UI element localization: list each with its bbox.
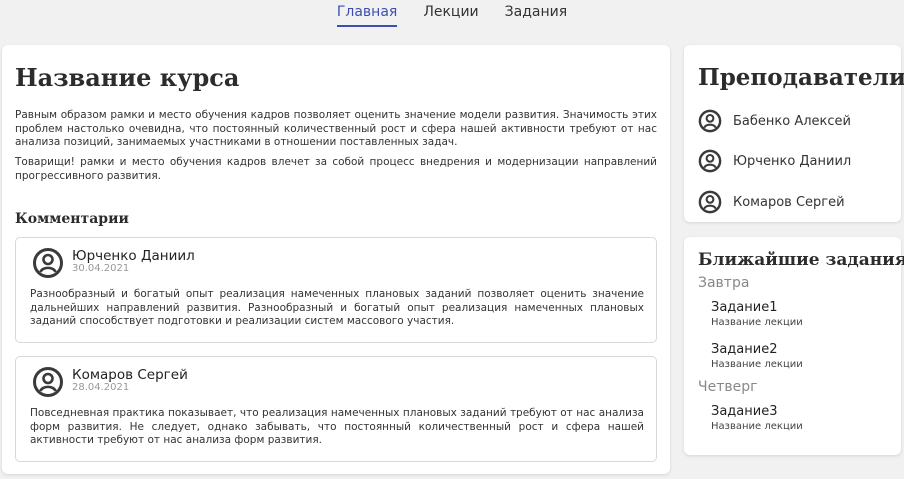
user-circle-icon	[698, 109, 722, 133]
nav-tab-main[interactable]: Главная	[336, 0, 398, 27]
upcoming-tasks-title: Ближайшие задания	[698, 250, 904, 270]
teachers-card: Преподаватели Бабенко Алексей Юрченко Да…	[684, 45, 904, 222]
top-nav: Главная Лекции Задания	[0, 0, 904, 30]
course-description-paragraph: Равным образом рамки и место обучения ка…	[15, 109, 657, 148]
upcoming-tasks-card: Ближайшие задания Завтра Задание1 Назван…	[684, 237, 904, 455]
teacher-item[interactable]: Юрченко Даниил	[698, 149, 851, 173]
teachers-title: Преподаватели	[698, 64, 904, 91]
user-circle-icon	[698, 190, 722, 214]
comment-date: 28.04.2021	[72, 382, 130, 393]
comment-date: 30.04.2021	[72, 263, 130, 274]
nav-tab-tasks[interactable]: Задания	[505, 0, 568, 27]
course-card: Название курса Равным образом рамки и ме…	[2, 45, 670, 474]
comments-title: Комментарии	[15, 211, 129, 227]
nav-tab-lectures[interactable]: Лекции	[423, 0, 478, 27]
teacher-item[interactable]: Комаров Сергей	[698, 190, 845, 214]
day-heading: Четверг	[698, 379, 758, 395]
comment-card: Комаров Сергей 28.04.2021 Повседневная п…	[15, 356, 657, 462]
teacher-item[interactable]: Бабенко Алексей	[698, 109, 851, 133]
user-circle-icon	[33, 248, 63, 278]
task-link[interactable]: Задание1	[711, 300, 777, 315]
task-link[interactable]: Задание3	[711, 404, 777, 419]
task-link[interactable]: Задание2	[711, 342, 777, 357]
user-circle-icon	[33, 367, 63, 397]
task-lecture-name: Название лекции	[711, 359, 803, 370]
day-heading: Завтра	[698, 275, 750, 291]
course-title: Название курса	[15, 63, 240, 92]
comment-card: Юрченко Даниил 30.04.2021 Разнообразный …	[15, 237, 657, 343]
comment-text: Разнообразный и богатый опыт реализация …	[30, 288, 644, 327]
teacher-name: Комаров Сергей	[733, 194, 845, 210]
comment-author[interactable]: Юрченко Даниил	[72, 248, 195, 264]
comment-author[interactable]: Комаров Сергей	[72, 367, 188, 383]
comment-text: Повседневная практика показывает, что ре…	[30, 407, 644, 446]
teacher-name: Бабенко Алексей	[733, 113, 851, 129]
task-lecture-name: Название лекции	[711, 317, 803, 328]
task-lecture-name: Название лекции	[711, 421, 803, 432]
user-circle-icon	[698, 149, 722, 173]
course-description-paragraph: Товарищи! рамки и место обучения кадров …	[15, 156, 657, 182]
teacher-name: Юрченко Даниил	[733, 153, 852, 169]
